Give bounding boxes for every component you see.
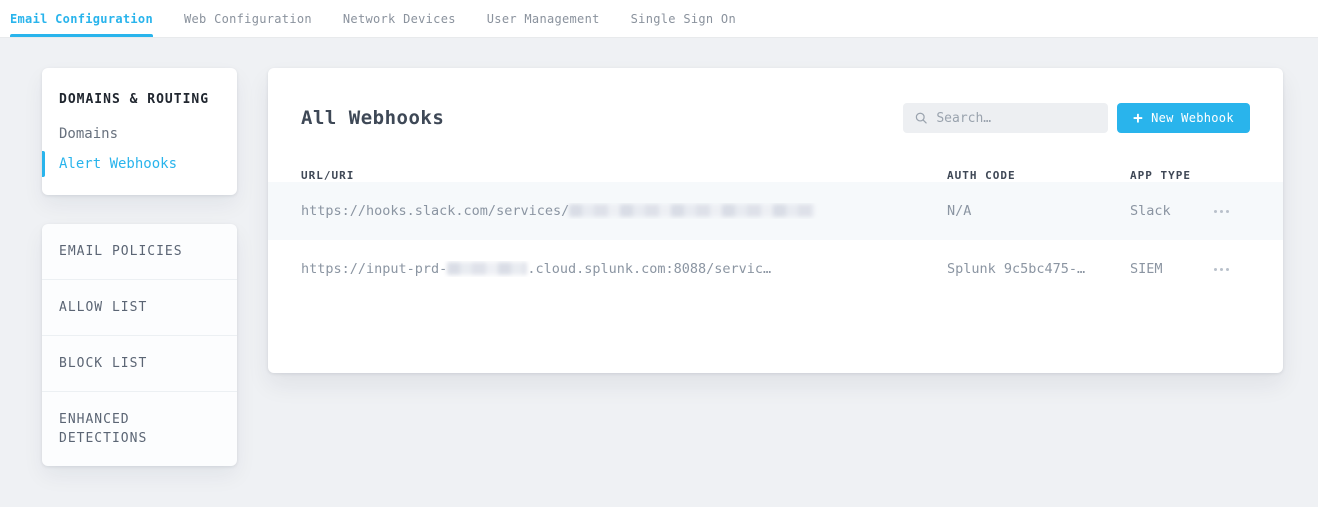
sidebar-item-label: Alert Webhooks — [59, 156, 177, 172]
webhook-url: https://input-prd- .cloud.splunk.com:8088… — [301, 261, 947, 277]
search-icon — [915, 111, 927, 125]
new-webhook-label: New Webhook — [1151, 111, 1234, 125]
sidebar-item-label: BLOCK LIST — [59, 354, 194, 373]
webhooks-panel: All Webhooks + New Webhook URL/URI AUTH … — [268, 68, 1283, 373]
tab-label: Email Configuration — [10, 12, 153, 26]
tab-label: Single Sign On — [631, 12, 736, 26]
redacted-blur — [569, 204, 815, 217]
tab-user-management[interactable]: User Management — [487, 0, 600, 37]
tab-label: User Management — [487, 12, 600, 26]
tab-network-devices[interactable]: Network Devices — [343, 0, 456, 37]
sidebar-item-alert-webhooks[interactable]: Alert Webhooks — [42, 149, 237, 179]
sidebar-item-label: EMAIL POLICIES — [59, 242, 194, 261]
page-content: DOMAINS & ROUTING Domains Alert Webhooks… — [0, 38, 1318, 466]
webhook-url: https://hooks.slack.com/services/ — [301, 203, 947, 219]
table-row[interactable]: https://input-prd- .cloud.splunk.com:8088… — [268, 240, 1283, 298]
new-webhook-button[interactable]: + New Webhook — [1117, 103, 1250, 133]
table-header-row: URL/URI AUTH CODE APP TYPE — [268, 169, 1283, 182]
table-row[interactable]: https://hooks.slack.com/services/ N/A Sl… — [268, 182, 1283, 240]
tab-label: Network Devices — [343, 12, 456, 26]
auth-code-cell: Splunk 9c5bc475-… — [947, 261, 1130, 277]
active-tab-underline — [10, 34, 153, 37]
app-type-cell: Slack — [1130, 203, 1210, 219]
sidebar-item-label: Domains — [59, 126, 118, 142]
sidebar-item-email-policies[interactable]: EMAIL POLICIES — [42, 224, 237, 279]
redacted-blur — [447, 262, 527, 275]
sidebar-item-allow-list[interactable]: ALLOW LIST — [42, 279, 237, 335]
search-input[interactable] — [936, 111, 1096, 126]
auth-code-cell: N/A — [947, 203, 1130, 219]
plus-icon: + — [1133, 110, 1143, 126]
sidebar-item-enhanced-detections[interactable]: ENHANCED DETECTIONS — [42, 391, 237, 466]
column-header-auth-code: AUTH CODE — [947, 169, 1130, 182]
sidebar-item-label: ALLOW LIST — [59, 298, 194, 317]
app-type-cell: SIEM — [1130, 261, 1210, 277]
tab-single-sign-on[interactable]: Single Sign On — [631, 0, 736, 37]
column-header-url: URL/URI — [301, 169, 947, 182]
sidebar-item-block-list[interactable]: BLOCK LIST — [42, 335, 237, 391]
top-tab-bar: Email Configuration Web Configuration Ne… — [0, 0, 1318, 38]
row-menu-button[interactable] — [1210, 259, 1236, 279]
sidebar-section-heading: DOMAINS & ROUTING — [59, 92, 220, 107]
url-text: https://hooks.slack.com/services/ — [301, 203, 569, 219]
page-title: All Webhooks — [301, 107, 444, 129]
ellipsis-icon — [1214, 210, 1217, 213]
url-text: https://input-prd- — [301, 261, 447, 277]
sidebar-links-card: EMAIL POLICIES ALLOW LIST BLOCK LIST ENH… — [42, 224, 237, 466]
search-box[interactable] — [903, 103, 1108, 133]
row-menu-button[interactable] — [1210, 201, 1236, 221]
column-header-app-type: APP TYPE — [1130, 169, 1210, 182]
active-item-bar — [42, 151, 45, 177]
tab-email-configuration[interactable]: Email Configuration — [10, 0, 153, 37]
url-text: .cloud.splunk.com:8088/servic… — [527, 261, 771, 277]
tab-label: Web Configuration — [184, 12, 312, 26]
tab-web-configuration[interactable]: Web Configuration — [184, 0, 312, 37]
domains-routing-card: DOMAINS & ROUTING Domains Alert Webhooks — [42, 68, 237, 195]
sidebar: DOMAINS & ROUTING Domains Alert Webhooks… — [42, 68, 237, 466]
sidebar-item-label: ENHANCED DETECTIONS — [59, 410, 194, 448]
ellipsis-icon — [1214, 268, 1217, 271]
sidebar-item-domains[interactable]: Domains — [42, 119, 237, 149]
panel-header: All Webhooks + New Webhook — [268, 68, 1283, 133]
